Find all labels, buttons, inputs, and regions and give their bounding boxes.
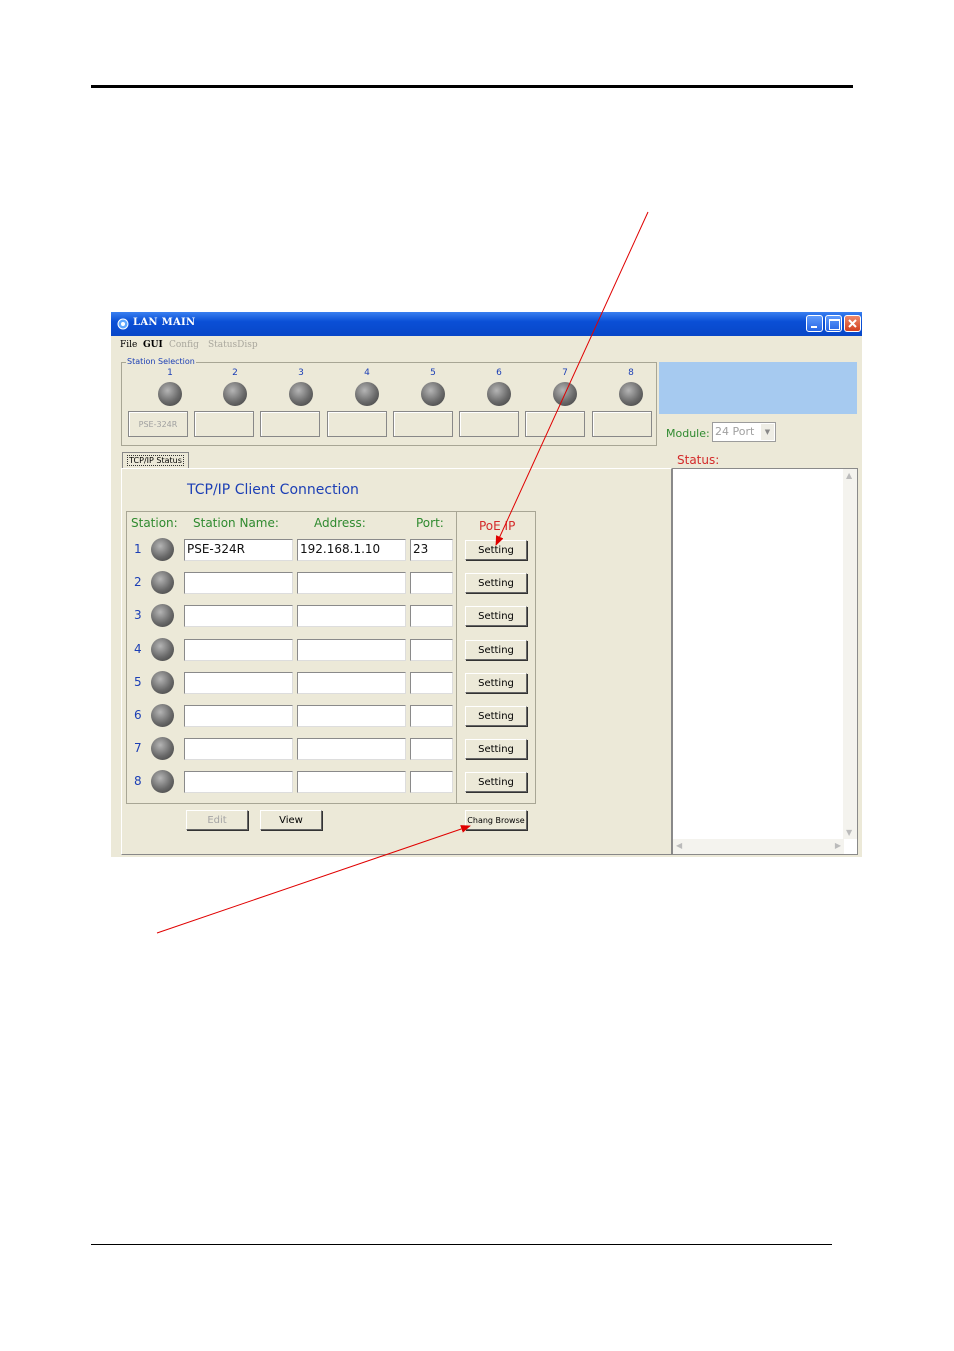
annotation-arrow-browse [156, 825, 471, 934]
page-bottom-rule [91, 1244, 832, 1245]
annotation-arrows [156, 211, 649, 934]
annotation-arrow-setting [495, 211, 649, 546]
